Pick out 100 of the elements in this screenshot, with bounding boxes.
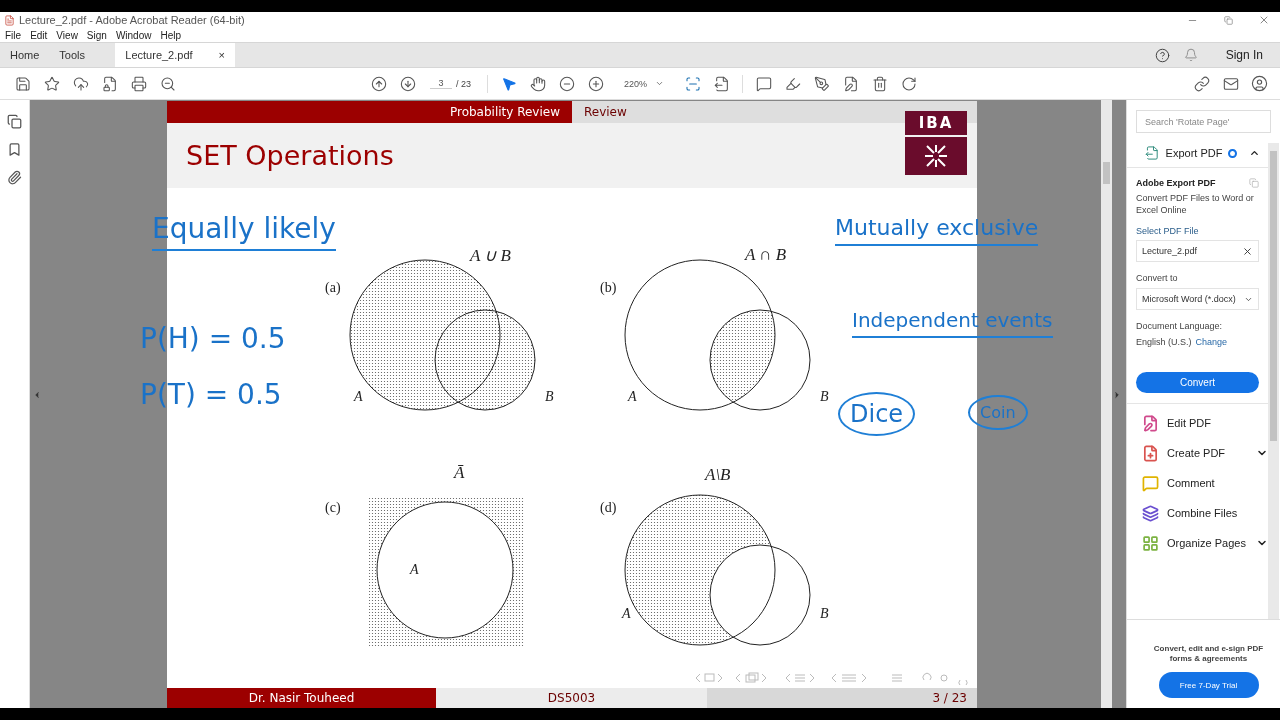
logo-text: IBA [905,111,967,135]
pen-icon[interactable] [813,75,830,92]
promo-text: Convert, edit and e-sign PDF forms & agreements [1152,644,1265,664]
sign-in-button[interactable]: Sign In [1225,48,1263,62]
set-expression: A\B [705,465,731,485]
user-icon[interactable] [1251,75,1268,92]
set-expression: A ∩ B [745,245,787,265]
collapse-left-icon[interactable] [32,390,42,400]
menu-item[interactable]: Window [115,29,152,41]
menu-item[interactable]: Help [160,29,182,41]
handwriting: Equally likely [152,212,336,251]
pages-icon[interactable] [7,114,22,129]
set-label: A [628,389,637,405]
paperclip-icon[interactable] [7,170,22,185]
speech-bubble-icon[interactable] [755,75,772,92]
free-trial-button[interactable]: Free 7-Day Trial [1158,672,1259,698]
tool-item[interactable]: Comment [1127,468,1268,498]
bell-icon [1183,48,1198,62]
handwriting: P(T) = 0.5 [140,378,282,411]
set-label: B [820,389,829,405]
set-label: A [354,389,363,405]
menu-item[interactable]: View [56,29,78,41]
panel-scrollbar[interactable] [1268,143,1279,619]
logo-mark-icon [905,137,967,175]
zoom-out-icon[interactable] [558,75,575,92]
clear-icon[interactable] [1242,245,1253,257]
set-label: B [820,606,829,622]
pointer-icon[interactable] [500,75,517,92]
arrow-down-icon[interactable] [399,75,416,92]
link-icon[interactable] [1193,75,1210,92]
menu-item[interactable]: File [5,29,22,41]
set-label: B [545,389,554,405]
section-title: Probability Review [167,101,572,123]
file-field[interactable]: Lecture_2.pdf [1136,240,1259,262]
set-label: A [622,606,631,622]
scrollbar[interactable] [1101,100,1112,708]
convert-button[interactable]: Convert [1136,372,1259,393]
close-icon[interactable] [1258,14,1270,26]
handwriting: P(H) = 0.5 [140,322,286,355]
help-icon [1154,47,1170,63]
file-lock-icon[interactable] [101,75,118,92]
trash-icon[interactable] [871,75,888,92]
set-expression: Ā [454,463,465,483]
save-icon[interactable] [14,75,31,92]
search-field[interactable]: Search 'Rotate Page' [1136,110,1271,133]
window-title: Lecture_2.pdf - Adobe Acrobat Reader (64-bit) [19,14,246,26]
rotate-icon[interactable] [900,75,917,92]
tool-item[interactable]: Combine Files [1127,498,1268,528]
tab[interactable]: Tools [49,43,96,67]
set-label: A [410,562,419,578]
cloud-upload-icon[interactable] [72,75,89,92]
export-pdf-title: Export PDF [1165,147,1223,159]
page-edit-icon[interactable] [842,75,859,92]
zoom-out-icon[interactable] [159,75,176,92]
print-icon[interactable] [130,75,147,92]
panel-label: (b) [600,280,617,296]
tab[interactable]: Home [0,43,50,67]
handwriting: Independent events [852,308,1053,338]
bookmark-icon[interactable] [7,142,22,157]
footer-course: DS5003 [436,688,707,708]
panel-label: (a) [325,280,341,296]
envelope-icon[interactable] [1222,75,1239,92]
panel-label: (d) [600,500,617,516]
menu-item[interactable]: Edit [30,29,48,41]
tab[interactable]: Lecture_2.pdf × [115,43,236,67]
page-arrow-icon[interactable] [713,75,730,92]
language-value: English (U.S.) [1136,337,1192,347]
highlighter-icon[interactable] [784,75,801,92]
status-dot-icon [1228,148,1238,158]
close-tab-icon[interactable]: × [218,49,226,61]
select-file-label: Select PDF File [1136,226,1200,236]
tool-item[interactable]: Organize Pages [1127,528,1268,558]
hand-icon[interactable] [529,75,546,92]
zoom-in-icon[interactable] [587,75,604,92]
tool-item[interactable]: Edit PDF [1127,408,1268,438]
menu-item[interactable]: Sign [86,29,107,41]
tool-item[interactable]: Create PDF [1127,438,1268,468]
pdf-file-icon [4,14,15,26]
slide-title: SET Operations [186,140,394,171]
convert-to-label: Convert to [1136,272,1179,284]
footer-page-number: 3 / 23 [707,688,977,708]
circled-handwriting: Dice [838,392,916,436]
copy-icon [1249,178,1259,188]
caret-icon [655,79,665,88]
panel-label: (c) [325,500,341,516]
file-arrow-icon [1145,145,1160,161]
star-icon[interactable] [43,75,60,92]
set-expression: A ∪ B [470,245,511,266]
circled-handwriting: Coin [968,395,1028,430]
collapse-right-icon[interactable] [1112,390,1122,400]
format-dropdown[interactable]: Microsoft Word (*.docx) [1136,288,1259,310]
arrow-up-icon[interactable] [370,75,387,92]
export-pdf-header[interactable]: Export PDF [1127,143,1268,168]
page-total: / 23 [456,78,471,89]
language-label: Document Language: [1136,320,1224,332]
page-number-field[interactable]: 3 [430,78,452,89]
zoom-field[interactable]: 220% [620,78,669,89]
change-link[interactable]: Change [1195,337,1228,347]
export-description: Convert PDF Files to Word or Excel Online [1136,192,1255,216]
footer-author: Dr. Nasir Touheed [167,688,436,708]
